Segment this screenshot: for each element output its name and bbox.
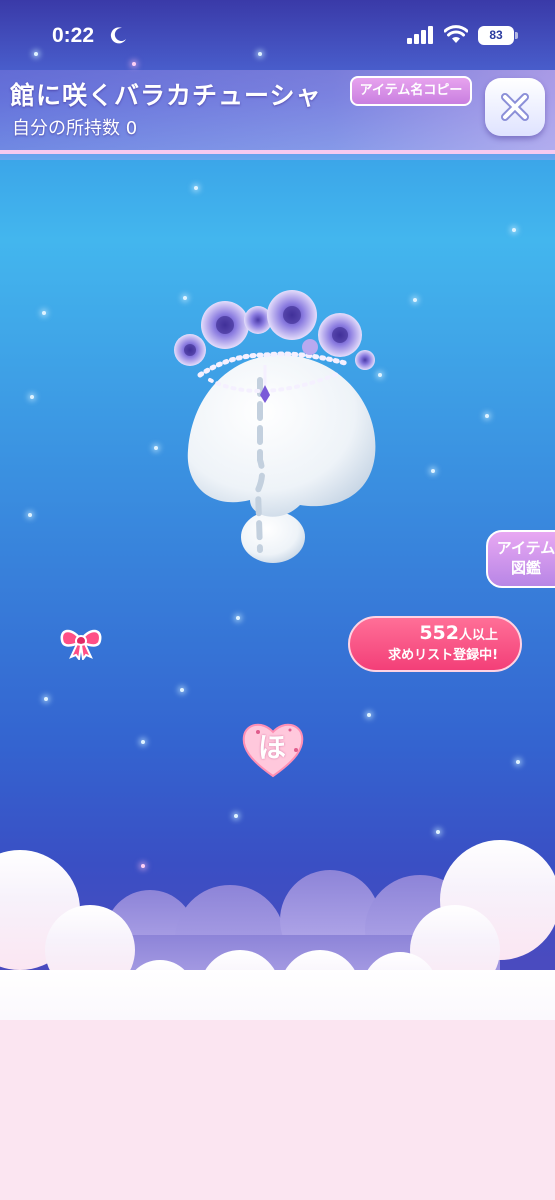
encyclopedia-label-line2: 図鑑 (510, 559, 541, 577)
moon-icon (110, 27, 126, 44)
item-name: 館に咲くバラカチューシャ (10, 81, 322, 110)
battery-tip (515, 32, 518, 39)
cloud-footer (0, 840, 555, 1200)
copy-item-name-button[interactable]: アイテム名コピー (350, 76, 472, 106)
item-header: 館に咲くバラカチューシャ 自分の所持数 0 アイテム名コピー (0, 70, 555, 154)
status-bar: 0:22 83 (0, 0, 555, 70)
wishlist-count-suffix: 人以上 (458, 628, 498, 643)
close-button[interactable] (485, 78, 545, 136)
wishlist-label: 求めリスト登録中! (388, 648, 498, 663)
ribbon-icon[interactable] (58, 624, 104, 660)
battery-icon: 83 (478, 26, 514, 45)
signal-icon (407, 26, 433, 44)
close-icon (501, 93, 529, 121)
encyclopedia-label-line1: アイテム (496, 539, 555, 557)
wifi-icon (444, 25, 468, 43)
rose-headband-item-preview (174, 290, 376, 563)
owned-count: 自分の所持数 0 (12, 118, 138, 139)
wishlist-badge: 552人以上 求めリスト登録中! (348, 616, 522, 672)
wishlist-count: 552 (419, 622, 459, 644)
hint-character: ほ (257, 731, 286, 764)
wishlist-count-line: 552人以上 (350, 618, 498, 644)
clock-time: 0:22 (52, 24, 95, 47)
item-encyclopedia-button[interactable]: アイテム 図鑑 (486, 530, 555, 588)
